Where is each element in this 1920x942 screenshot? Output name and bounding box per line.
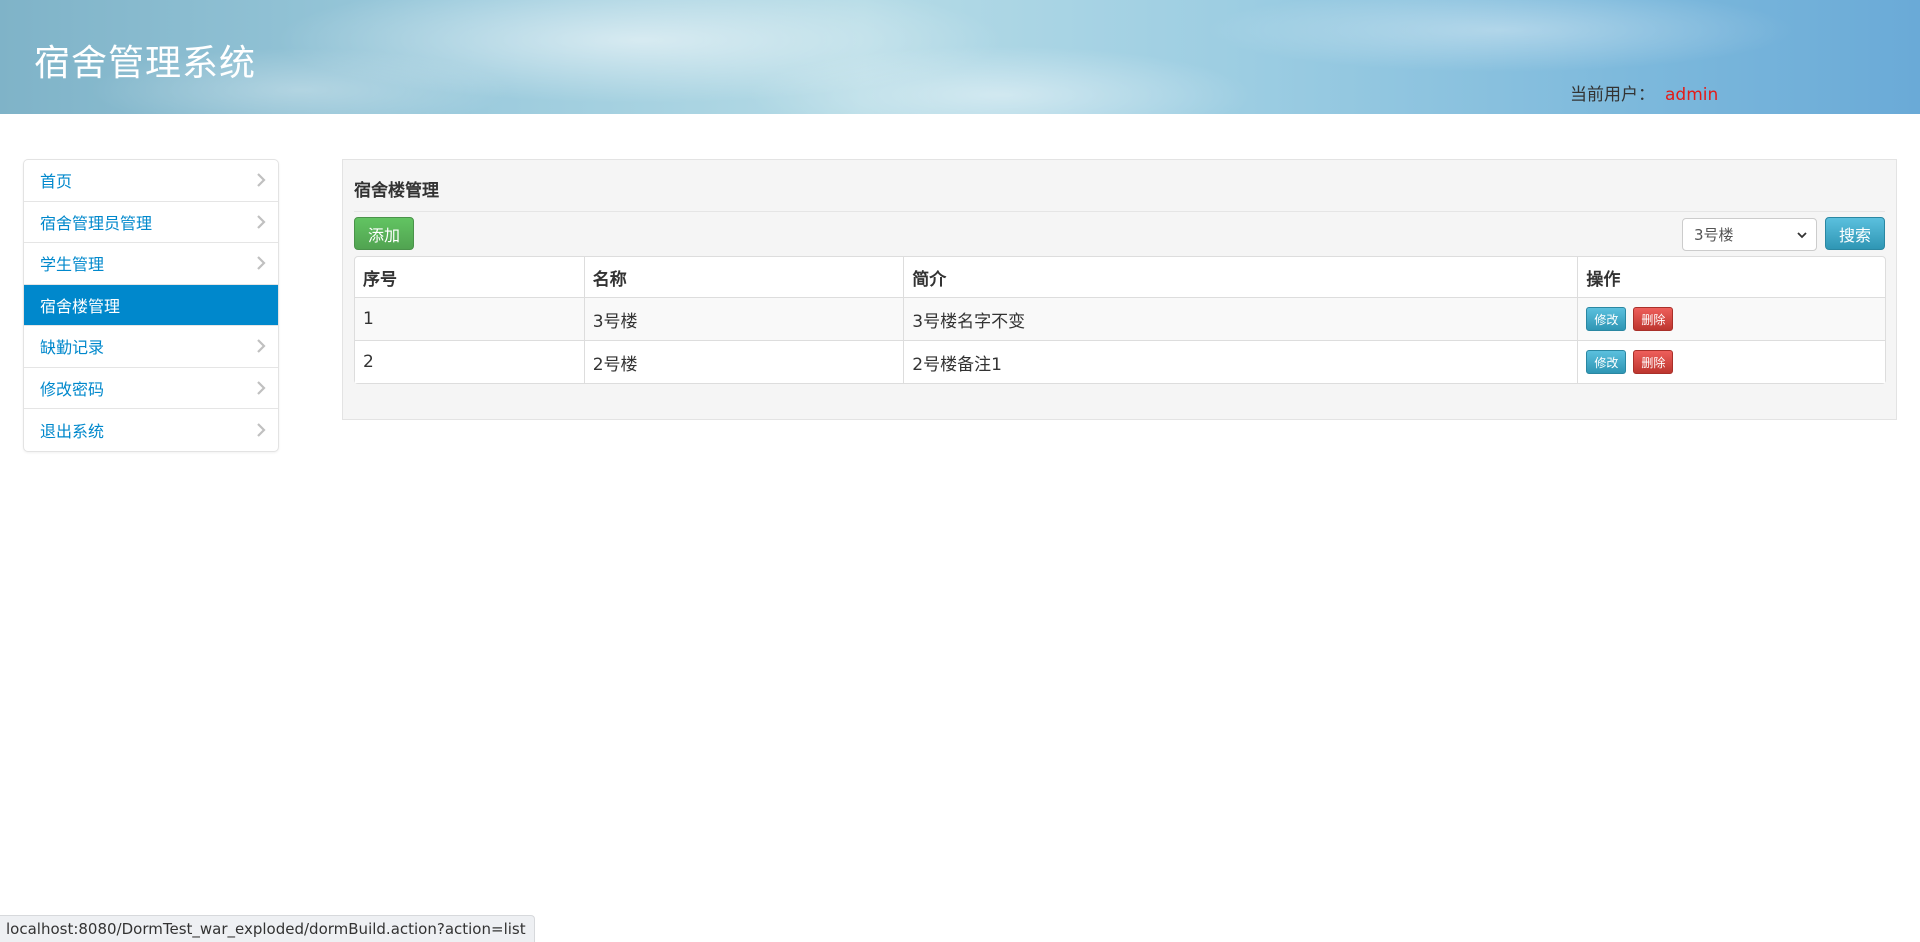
sidebar-item-home[interactable]: 首页 xyxy=(24,160,278,202)
cell-name: 2号楼 xyxy=(583,340,904,383)
edit-button[interactable]: 修改 xyxy=(1586,307,1627,331)
chevron-right-icon xyxy=(257,380,266,395)
building-filter-value: 3号楼 xyxy=(1694,226,1734,244)
sidebar-item-label: 退出系统 xyxy=(40,421,105,441)
cell-actions: 修改 删除 xyxy=(1577,340,1885,383)
sidebar-item-label: 宿舍管理员管理 xyxy=(40,213,153,233)
chevron-right-icon xyxy=(257,256,266,271)
cell-index: 1 xyxy=(355,297,584,340)
column-header-name: 名称 xyxy=(583,257,904,297)
chevron-right-icon xyxy=(257,339,266,354)
current-user-name: admin xyxy=(1665,85,1719,105)
table-row: 2 2号楼 2号楼备注1 修改 删除 xyxy=(355,340,1885,383)
sidebar-item-label: 宿舍楼管理 xyxy=(40,296,121,316)
sidebar-item-dorm-manager[interactable]: 宿舍管理员管理 xyxy=(24,202,278,243)
header-banner: 宿舍管理系统 当前用户： admin xyxy=(0,0,1920,114)
column-header-actions: 操作 xyxy=(1577,257,1885,297)
table-header-row: 序号 名称 简介 操作 xyxy=(355,257,1885,297)
sidebar-item-logout[interactable]: 退出系统 xyxy=(24,409,278,451)
chevron-right-icon xyxy=(257,214,266,229)
cell-actions: 修改 删除 xyxy=(1577,297,1885,340)
cell-desc: 3号楼名字不变 xyxy=(903,297,1578,340)
sidebar-item-label: 首页 xyxy=(40,172,73,192)
current-user: 当前用户： admin xyxy=(1570,80,1718,105)
sidebar-nav: 首页 宿舍管理员管理 学生管理 宿舍楼管理 缺勤记录 修改密码 退出系统 xyxy=(23,159,279,452)
edit-button[interactable]: 修改 xyxy=(1586,350,1627,374)
table-row: 1 3号楼 3号楼名字不变 修改 删除 xyxy=(355,297,1885,340)
chevron-down-icon xyxy=(1797,232,1807,239)
building-filter-select[interactable]: 3号楼 xyxy=(1682,218,1817,251)
sidebar-item-students[interactable]: 学生管理 xyxy=(24,243,278,285)
cell-desc: 2号楼备注1 xyxy=(903,340,1578,383)
sidebar-item-absence[interactable]: 缺勤记录 xyxy=(24,326,278,368)
sidebar-item-label: 缺勤记录 xyxy=(40,338,105,358)
cell-index: 2 xyxy=(355,340,584,383)
column-header-desc: 简介 xyxy=(903,257,1577,297)
sidebar-item-buildings[interactable]: 宿舍楼管理 xyxy=(24,284,278,326)
delete-button[interactable]: 删除 xyxy=(1633,350,1674,374)
sidebar-item-password[interactable]: 修改密码 xyxy=(24,368,278,409)
delete-button[interactable]: 删除 xyxy=(1633,307,1674,331)
status-bar-url: localhost:8080/DormTest_war_exploded/dor… xyxy=(0,915,535,942)
search-button[interactable]: 搜索 xyxy=(1825,217,1885,250)
sidebar-item-label: 学生管理 xyxy=(40,255,105,275)
current-user-label: 当前用户： xyxy=(1570,85,1655,105)
divider xyxy=(354,211,1885,212)
content-panel: 宿舍楼管理 添加 3号楼 搜索 序号 名称 简介 操作 1 3号楼 3号楼名字不… xyxy=(342,159,1897,420)
chevron-right-icon xyxy=(257,422,266,437)
buildings-table: 序号 名称 简介 操作 1 3号楼 3号楼名字不变 修改 删除 2 2号楼 2号楼… xyxy=(354,256,1886,384)
chevron-right-icon xyxy=(257,173,266,188)
app-title: 宿舍管理系统 xyxy=(34,43,257,84)
sidebar-item-label: 修改密码 xyxy=(40,379,105,399)
cell-name: 3号楼 xyxy=(583,297,904,340)
column-header-index: 序号 xyxy=(363,269,397,290)
add-button[interactable]: 添加 xyxy=(354,217,414,250)
page-title: 宿舍楼管理 xyxy=(354,181,439,201)
